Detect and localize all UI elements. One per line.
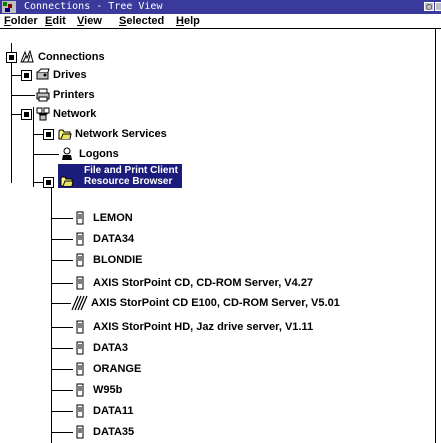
folder-open-icon: [60, 176, 74, 187]
tree-node-drives[interactable]: Drives: [53, 68, 87, 82]
collapse-toggle[interactable]: [21, 70, 32, 81]
server-icon: [76, 383, 84, 397]
maximize-button[interactable]: ▢: [424, 2, 434, 11]
tree-connector: [51, 283, 73, 284]
tree-connector: [11, 95, 35, 96]
resource-item[interactable]: BLONDIE: [93, 253, 143, 267]
tree-connector: [51, 218, 73, 219]
network-icon: [36, 107, 50, 121]
menu-folder[interactable]: Folder: [4, 14, 38, 28]
tree-connector: [33, 154, 59, 155]
collapse-toggle[interactable]: [21, 109, 32, 120]
menu-edit[interactable]: Edit: [45, 14, 66, 28]
server-icon: [76, 276, 84, 290]
printer-icon: [36, 88, 50, 102]
resource-item[interactable]: AXIS StorPoint CD E100, CD-ROM Server, V…: [91, 296, 340, 310]
drive-icon: [36, 68, 50, 80]
tree-connector: [51, 239, 73, 240]
connections-icon: [20, 50, 34, 63]
selected-label-line1: File and Print Client: [84, 165, 178, 176]
tree-connector: [33, 107, 34, 187]
tree-node-network[interactable]: Network: [53, 107, 96, 121]
server-icon: [76, 211, 84, 225]
server-icon: [76, 253, 84, 267]
tree-connector: [11, 43, 12, 183]
cd-server-icon: [71, 295, 88, 311]
resource-item[interactable]: AXIS StorPoint HD, Jaz drive server, V1.…: [93, 320, 313, 334]
server-icon: [76, 362, 84, 376]
tree-connector: [33, 182, 43, 183]
tree-connector: [11, 114, 21, 115]
tree-connector: [51, 348, 73, 349]
server-icon: [76, 232, 84, 246]
collapse-toggle[interactable]: [6, 52, 17, 63]
connections-app-icon[interactable]: [2, 1, 16, 13]
minimize-button[interactable]: [435, 2, 441, 11]
resource-item[interactable]: LEMON: [93, 211, 133, 225]
tree-node-network-services[interactable]: Network Services: [75, 127, 167, 141]
collapse-toggle[interactable]: [43, 177, 54, 188]
tree-connector: [51, 390, 73, 391]
tree-connector: [33, 134, 43, 135]
tree-connector: [11, 75, 21, 76]
tree-connector: [51, 327, 73, 328]
window-title: Connections - Tree View: [24, 1, 163, 12]
window-right-border: [435, 29, 436, 443]
resource-item[interactable]: W95b: [93, 383, 122, 397]
tree-connector: [51, 303, 71, 304]
resource-item[interactable]: DATA35: [93, 425, 134, 439]
folder-icon: [58, 129, 72, 140]
server-icon: [76, 320, 84, 334]
server-icon: [76, 425, 84, 439]
resource-item[interactable]: DATA34: [93, 232, 134, 246]
tree-connector: [51, 369, 73, 370]
tree-node-printers[interactable]: Printers: [53, 88, 95, 102]
resource-item[interactable]: DATA3: [93, 341, 128, 355]
tree-node-connections[interactable]: Connections: [38, 50, 105, 64]
resource-item[interactable]: ORANGE: [93, 362, 141, 376]
server-icon: [76, 341, 84, 355]
tree-view: Connections Drives Printers Network Netw…: [0, 29, 441, 443]
menu-selected[interactable]: Selected: [119, 14, 164, 28]
title-bar[interactable]: Connections - Tree View ▢: [0, 0, 441, 14]
tree-view-window: Connections - Tree View ▢ Folder Edit Vi…: [0, 0, 441, 443]
tree-node-logons[interactable]: Logons: [79, 147, 119, 161]
server-icon: [76, 404, 84, 418]
menu-bar: Folder Edit View Selected Help: [0, 14, 441, 29]
logon-user-icon: [62, 147, 72, 160]
resource-item[interactable]: AXIS StorPoint CD, CD-ROM Server, V4.27: [93, 276, 313, 290]
tree-connector: [51, 432, 73, 433]
tree-node-file-print-client-selected[interactable]: File and Print Client Resource Browser: [58, 164, 182, 188]
menu-help[interactable]: Help: [176, 14, 200, 28]
selected-label-line2: Resource Browser: [84, 176, 173, 187]
tree-connector: [51, 411, 73, 412]
menu-view[interactable]: View: [77, 14, 102, 28]
resource-item[interactable]: DATA11: [93, 404, 134, 418]
collapse-toggle[interactable]: [43, 129, 54, 140]
tree-connector: [51, 260, 73, 261]
